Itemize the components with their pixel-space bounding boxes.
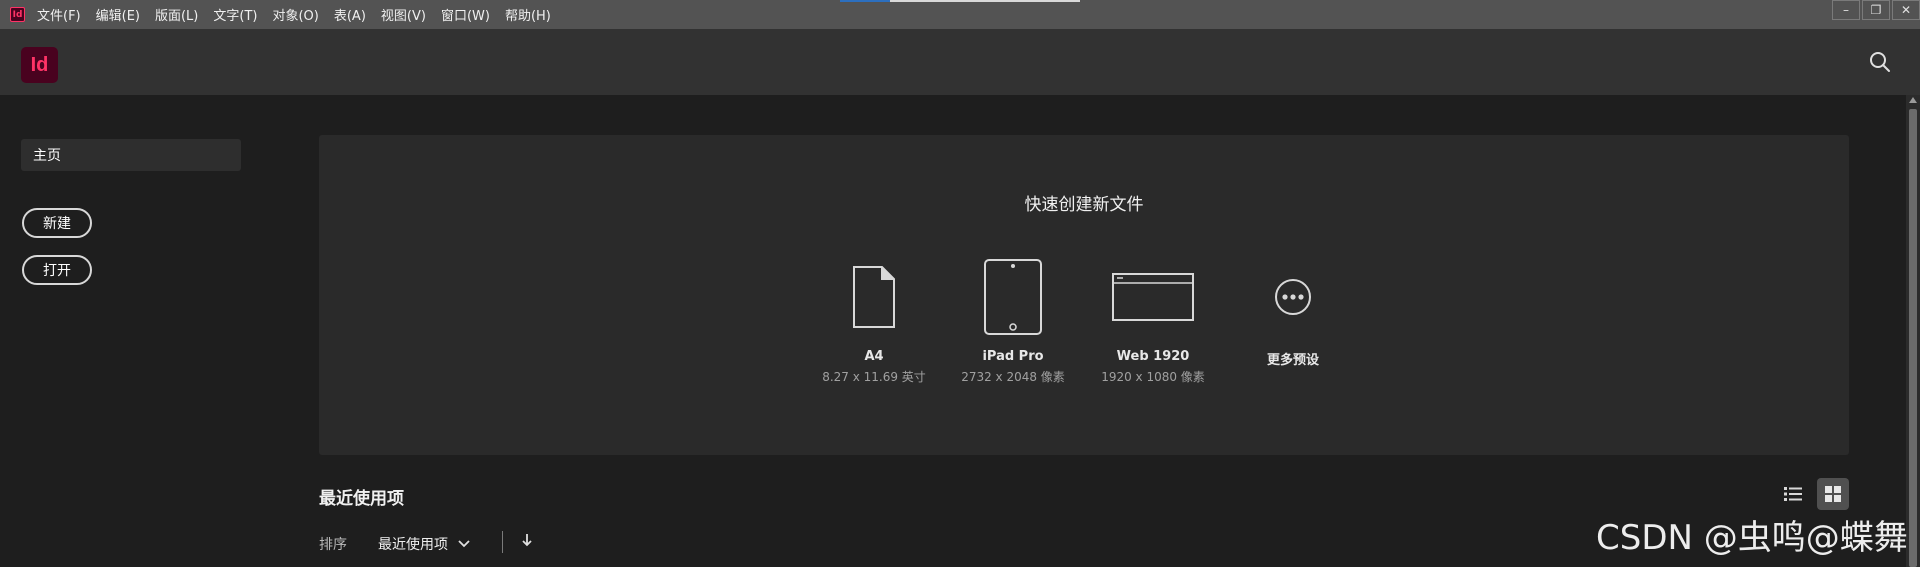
vertical-scrollbar[interactable] [1906, 95, 1920, 567]
menu-edit[interactable]: 编辑(E) [96, 5, 140, 24]
arrow-down-icon [522, 534, 532, 547]
sort-dropdown[interactable]: 最近使用项 [378, 534, 470, 554]
preset-name: 更多预设 [1266, 353, 1319, 368]
document-icon [853, 266, 895, 328]
preset-dims: 1920 x 1080 像素 [1101, 370, 1205, 384]
app-header: Id [0, 29, 1920, 95]
csdn-watermark: CSDN @虫鸣@蝶舞 [1596, 518, 1908, 558]
preset-name: A4 [864, 349, 884, 364]
home-sidebar: 主页 新建 打开 [0, 95, 300, 567]
recent-section-title: 最近使用项 [319, 489, 404, 509]
title-tab-strip [840, 0, 1080, 2]
quick-create-panel: 快速创建新文件 A4 8.27 x 11.69 英寸 iPad Pro 2732… [319, 135, 1849, 455]
preset-ipad-pro[interactable]: iPad Pro 2732 x 2048 像素 [933, 255, 1093, 385]
chevron-down-icon [458, 540, 470, 548]
sort-value: 最近使用项 [378, 537, 448, 553]
search-button[interactable] [1868, 50, 1892, 74]
menu-object[interactable]: 对象(O) [272, 5, 318, 24]
preset-a4[interactable]: A4 8.27 x 11.69 英寸 [794, 255, 954, 385]
menu-layout[interactable]: 版面(L) [155, 5, 198, 24]
preset-name: Web 1920 [1116, 349, 1190, 364]
menu-file[interactable]: 文件(F) [37, 5, 81, 24]
indesign-logo: Id [21, 47, 58, 83]
list-view-button[interactable] [1777, 478, 1809, 510]
open-button[interactable]: 打开 [22, 255, 92, 285]
window-controls: – ❐ ✕ [1830, 0, 1920, 20]
new-button[interactable]: 新建 [22, 208, 92, 238]
preset-name: iPad Pro [982, 349, 1044, 364]
menu-view[interactable]: 视图(V) [381, 5, 426, 24]
minimize-button[interactable]: – [1832, 0, 1860, 20]
menu-bar: Id 文件(F) 编辑(E) 版面(L) 文字(T) 对象(O) 表(A) 视图… [0, 0, 1920, 29]
preset-more[interactable]: 更多预设 [1213, 255, 1373, 372]
list-view-icon [1784, 487, 1802, 501]
grid-view-icon [1825, 486, 1841, 502]
sort-direction-button[interactable] [522, 532, 532, 552]
menu-type[interactable]: 文字(T) [213, 5, 257, 24]
sidebar-item-home[interactable]: 主页 [21, 139, 241, 171]
menu-window[interactable]: 窗口(W) [441, 5, 490, 24]
preset-dims: 2732 x 2048 像素 [961, 370, 1065, 384]
grid-view-button[interactable] [1817, 478, 1849, 510]
preset-web-1920[interactable]: Web 1920 1920 x 1080 像素 [1073, 255, 1233, 385]
restore-button[interactable]: ❐ [1862, 0, 1890, 20]
menu-help[interactable]: 帮助(H) [505, 5, 551, 24]
quick-create-title: 快速创建新文件 [1024, 195, 1144, 215]
tablet-icon [984, 259, 1042, 335]
close-button[interactable]: ✕ [1892, 0, 1920, 20]
search-icon [1870, 52, 1890, 72]
preset-dims: 8.27 x 11.69 英寸 [822, 370, 926, 384]
sort-label: 排序 [319, 537, 347, 553]
indesign-app-icon: Id [10, 7, 25, 22]
scroll-thumb[interactable] [1909, 109, 1917, 567]
scroll-up-arrow-icon[interactable] [1909, 97, 1917, 103]
more-icon [1275, 279, 1311, 315]
menu-table[interactable]: 表(A) [334, 5, 366, 24]
title-tab-active [840, 0, 890, 2]
browser-window-icon [1112, 273, 1194, 321]
sort-divider [502, 531, 503, 553]
